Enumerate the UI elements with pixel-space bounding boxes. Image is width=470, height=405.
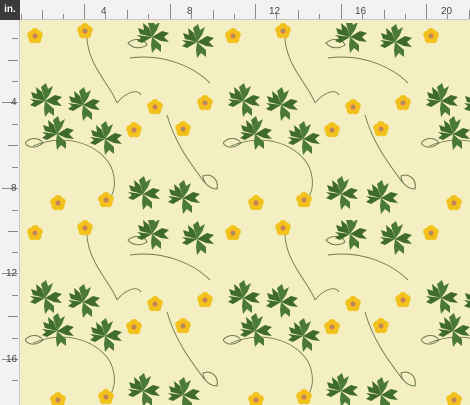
floral-pattern (20, 20, 470, 405)
ruler-label-left: 16 (6, 354, 18, 365)
horizontal-ruler: 4 8 12 16 20 (20, 0, 470, 20)
fabric-preview-canvas[interactable] (20, 20, 470, 405)
ruler-label-top: 16 (355, 6, 367, 17)
ruler-label-top: 4 (101, 6, 107, 17)
ruler-label-top: 12 (269, 6, 281, 17)
ruler-label-left: 8 (11, 183, 17, 194)
ruler-label-top: 8 (187, 6, 193, 17)
vertical-ruler: 4 8 12 16 (0, 20, 20, 405)
ruler-label-left: 12 (6, 268, 18, 279)
ruler-label-top: 20 (441, 6, 453, 17)
ruler-label-left: 4 (11, 97, 17, 108)
unit-badge[interactable]: in. (0, 0, 20, 20)
